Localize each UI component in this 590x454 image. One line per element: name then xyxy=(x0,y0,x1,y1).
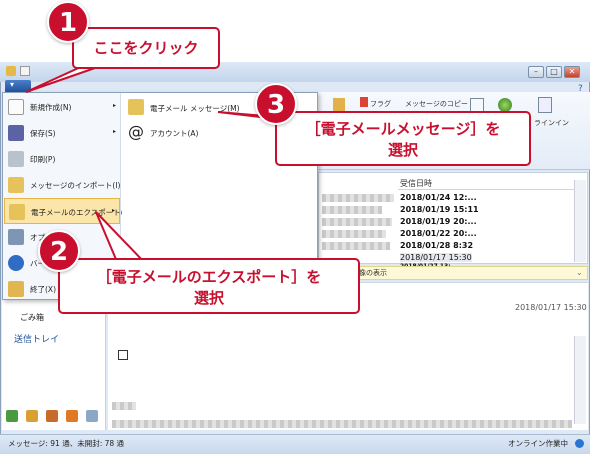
chevron-down-icon: ▾ xyxy=(10,80,15,89)
callout-step2: ［電子メールのエクスポート］を 選択 xyxy=(58,258,360,314)
globe-icon[interactable] xyxy=(498,98,512,112)
chevron-right-icon: ▸ xyxy=(112,128,116,135)
printer-icon xyxy=(8,151,24,167)
copy-message-label[interactable]: メッセージのコピー xyxy=(405,99,468,109)
folder-trash[interactable]: ごみ箱 xyxy=(20,312,44,323)
blurred-body xyxy=(112,420,572,428)
quick-access-icon[interactable] xyxy=(20,66,30,76)
message-list-scrollbar[interactable] xyxy=(574,180,586,262)
reading-pane-scrollbar[interactable] xyxy=(574,336,586,424)
app-icon xyxy=(6,66,16,76)
callout-step2-line2: 選択 xyxy=(193,289,224,307)
blurred-sender xyxy=(322,242,390,250)
blurred-sender xyxy=(322,230,386,238)
received-column-header[interactable]: 受信日時 xyxy=(400,178,432,189)
header-divider xyxy=(398,189,574,190)
flag-label: フラグ xyxy=(370,100,391,108)
blurred-body xyxy=(112,402,136,410)
exit-icon xyxy=(8,281,24,297)
step1-badge: 1 xyxy=(47,1,89,43)
calendar-icon[interactable] xyxy=(25,410,38,422)
online-label: ラインイン xyxy=(534,119,569,127)
mail-icon[interactable] xyxy=(6,410,18,422)
table-row-date[interactable]: 2018/01/24 12:... xyxy=(400,193,477,202)
nav-icons xyxy=(6,410,103,425)
menu-item-new[interactable]: 新規作成(N) ▸ xyxy=(4,94,120,120)
minimize-button[interactable]: – xyxy=(528,66,544,78)
callout-step3-line1: ［電子メールメッセージ］を xyxy=(305,120,501,138)
options-icon xyxy=(8,229,24,245)
message-date: 2018/01/17 15:30 xyxy=(515,303,587,312)
infobar-text: 像の表示 xyxy=(359,269,387,277)
callout-step1-text: ここをクリック xyxy=(93,39,199,57)
step2-badge: 2 xyxy=(38,230,80,272)
blurred-sender xyxy=(322,206,382,214)
menu-item-save[interactable]: 保存(S) ▸ xyxy=(4,120,120,146)
table-row-date[interactable]: 2018/01/22 20:... xyxy=(400,229,477,238)
info-icon xyxy=(8,255,24,271)
status-message-count: メッセージ: 91 通、未開封: 78 通 xyxy=(8,439,125,448)
table-row-date-selected[interactable]: 2018/01/17 15:30 xyxy=(400,253,472,262)
flag-icon[interactable] xyxy=(360,97,368,107)
folder-icon[interactable] xyxy=(333,98,345,112)
status-online: オンライン作業中 xyxy=(508,439,568,448)
new-icon xyxy=(8,99,24,115)
feeds-icon[interactable] xyxy=(65,410,78,422)
chevron-right-icon: ▸ xyxy=(111,207,115,214)
attachment-icon[interactable] xyxy=(118,350,128,360)
chevron-right-icon: ▸ xyxy=(112,102,116,109)
callout-step2-line1: ［電子メールのエクスポート］を xyxy=(96,268,322,286)
menu-item-import[interactable]: メッセージのインポート(I) xyxy=(4,172,120,198)
export-icon xyxy=(9,204,25,220)
callout-step1: ここをクリック xyxy=(72,27,220,69)
menu-item-export[interactable]: 電子メールのエクスポート(E) ▸ xyxy=(4,198,131,224)
callout-step3: ［電子メールメッセージ］を 選択 xyxy=(275,111,531,166)
table-row-date[interactable]: 2018/01/19 20:... xyxy=(400,217,477,226)
chevron-down-icon[interactable]: ⌄ xyxy=(576,268,583,277)
menu-item-print[interactable]: 印刷(P) xyxy=(4,146,120,172)
online-status-icon xyxy=(575,439,584,448)
contacts-icon[interactable] xyxy=(45,410,58,422)
save-icon xyxy=(8,125,24,141)
close-button[interactable]: ✕ xyxy=(564,66,580,78)
folder-outbox[interactable]: 送信トレイ xyxy=(14,332,59,345)
online-icon[interactable] xyxy=(538,97,552,113)
step3-badge: 3 xyxy=(255,83,297,125)
email-export-icon xyxy=(128,99,144,115)
at-sign-icon: @ xyxy=(128,122,144,141)
table-row-date[interactable]: 2018/01/19 15:11 xyxy=(400,205,479,214)
newsgroups-icon[interactable] xyxy=(85,410,98,422)
maximize-button[interactable]: □ xyxy=(546,66,562,78)
import-icon xyxy=(8,177,24,193)
table-row-date[interactable]: 2018/01/28 8:32 xyxy=(400,241,473,250)
blurred-sender xyxy=(322,218,392,226)
blurred-sender xyxy=(322,194,394,202)
view-icon[interactable] xyxy=(470,98,484,112)
callout-step3-line2: 選択 xyxy=(387,141,418,159)
